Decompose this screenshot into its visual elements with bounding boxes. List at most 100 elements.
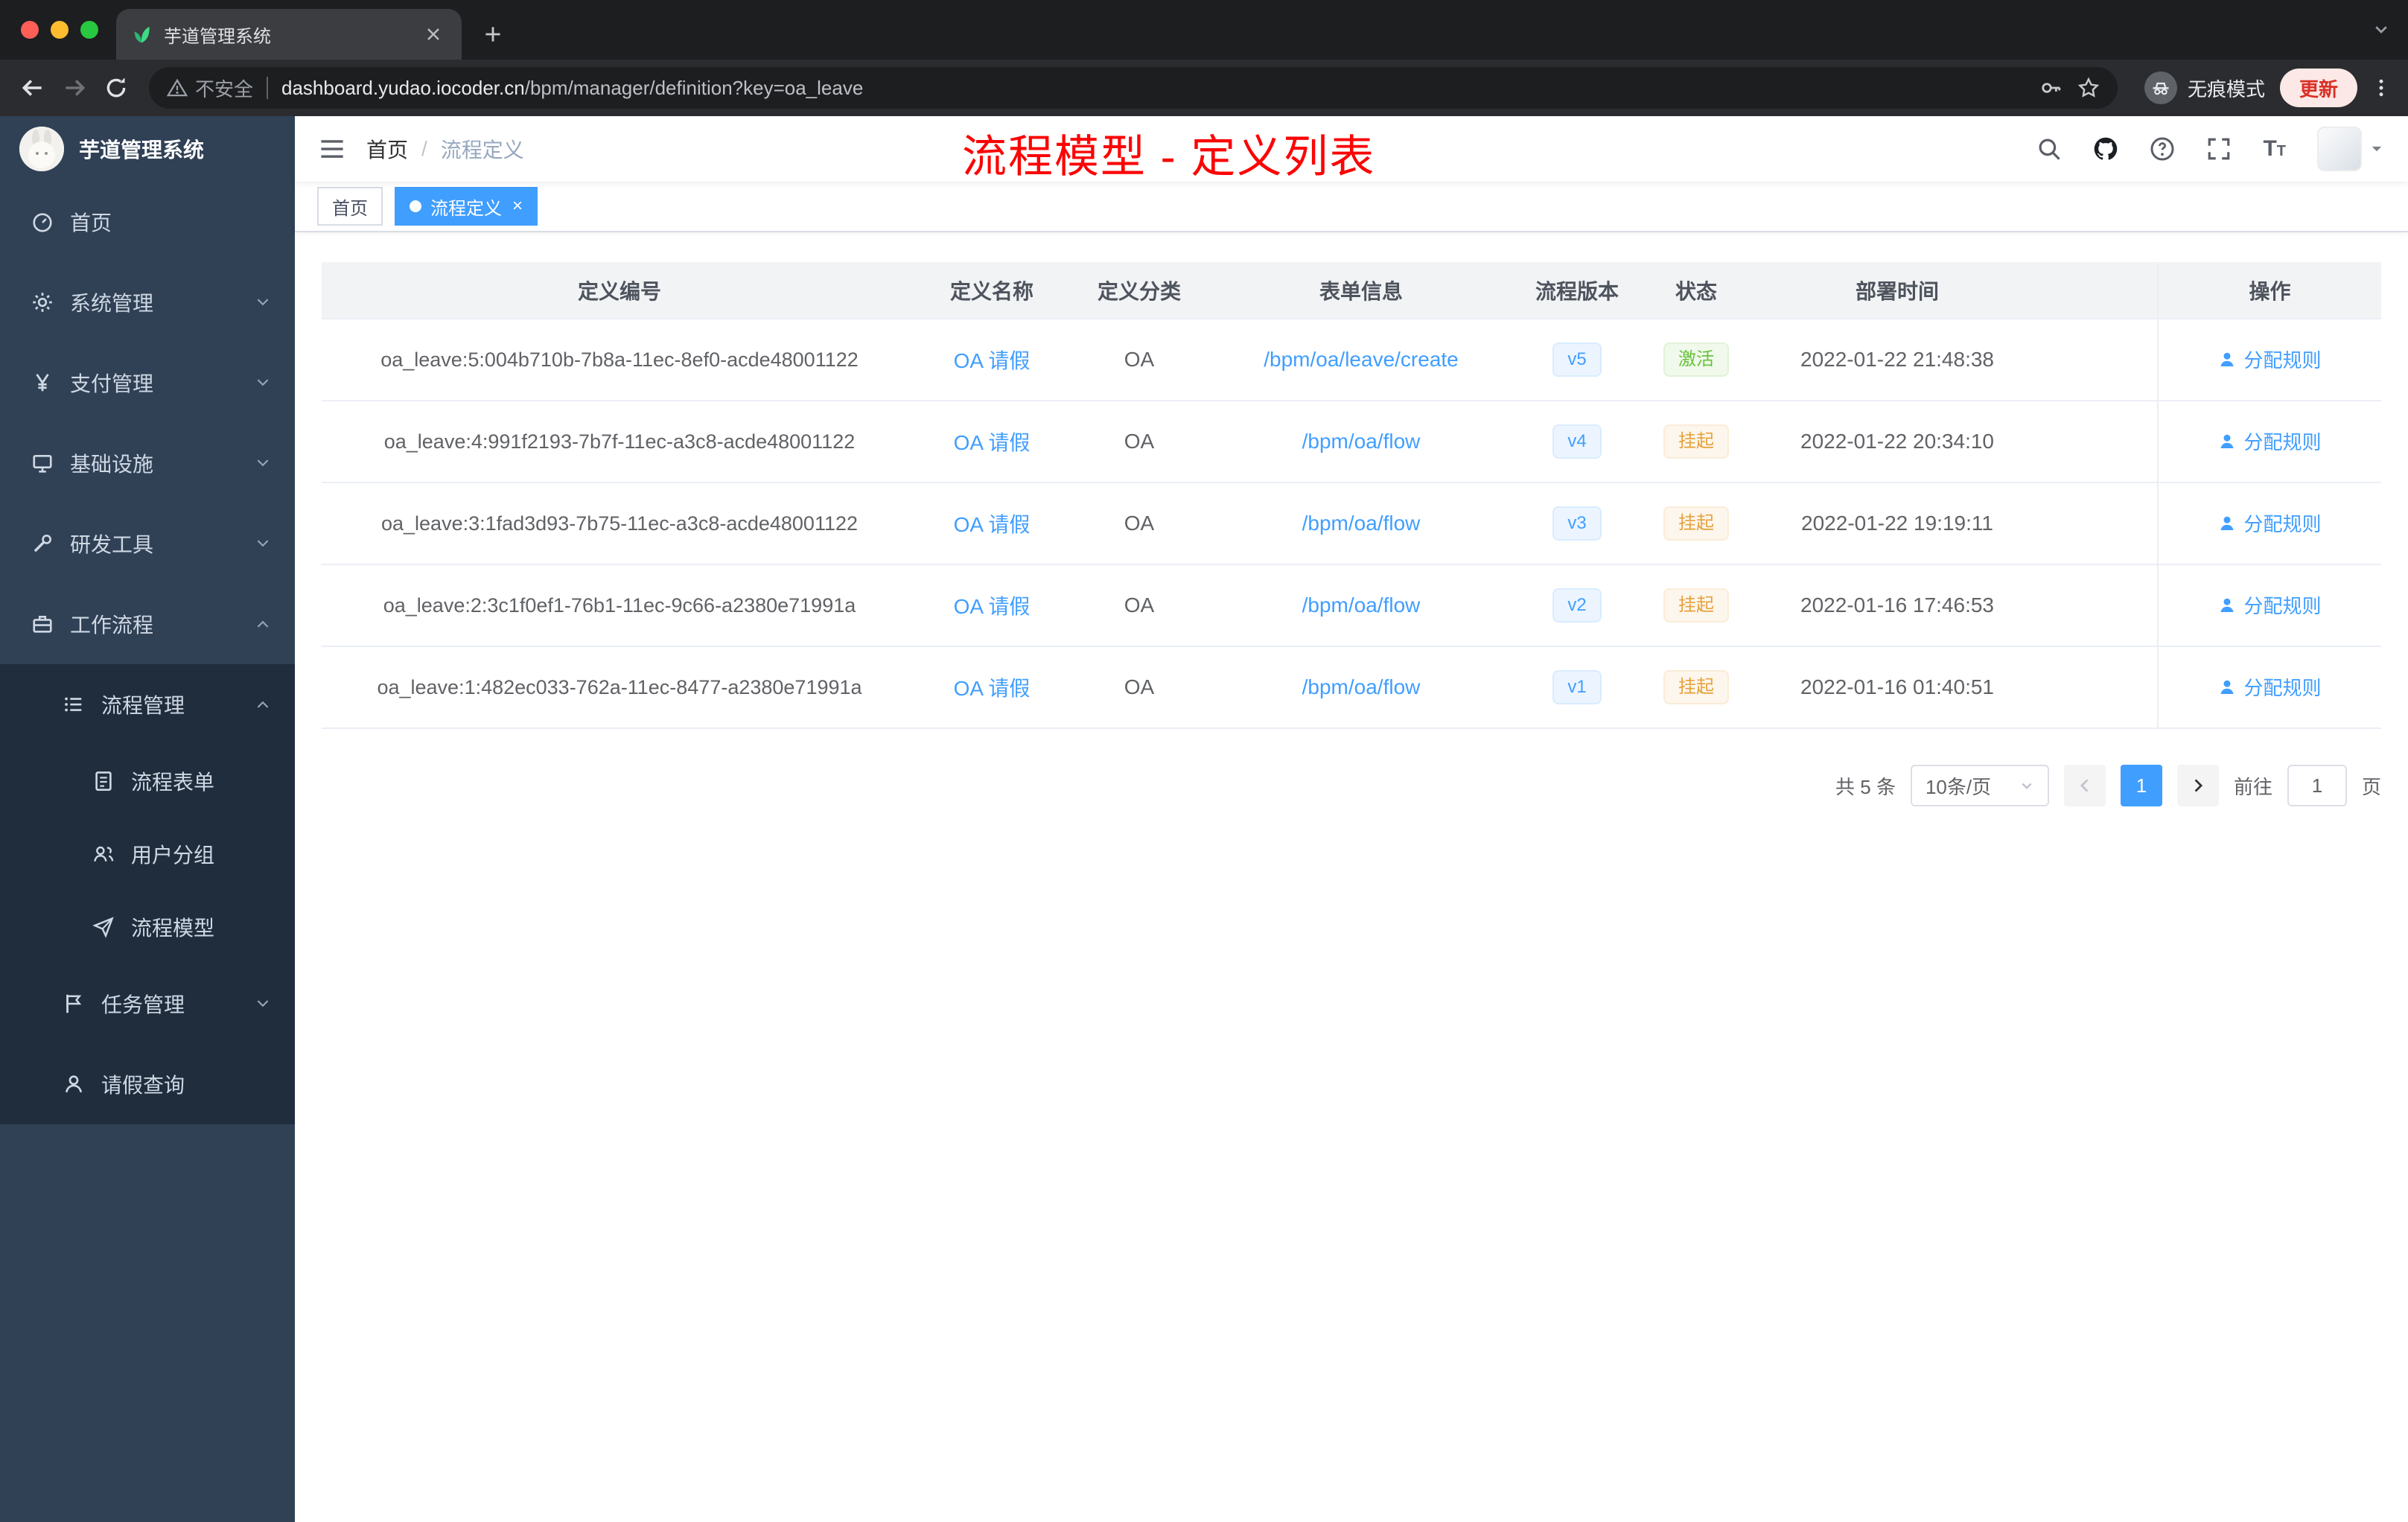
annotation-title: 流程模型 - 定义列表 <box>962 132 1376 182</box>
sidebar-item-label: 流程模型 <box>131 917 215 940</box>
version-badge: v1 <box>1552 670 1602 704</box>
sidebar-item-label: 工作流程 <box>70 614 154 637</box>
search-icon[interactable] <box>2036 136 2062 162</box>
flag-icon <box>63 993 85 1015</box>
definition-name-link[interactable]: OA 请假 <box>954 595 1031 618</box>
sidebar-item-home[interactable]: 首页 <box>0 182 295 262</box>
sidebar-item-task-mgmt[interactable]: 任务管理 <box>0 964 295 1044</box>
back-button[interactable] <box>12 67 54 109</box>
url-host: dashboard.yudao.iocoder.cn <box>281 76 525 99</box>
sidebar-item-process-form[interactable]: 流程表单 <box>0 745 295 818</box>
tool-icon <box>31 532 54 555</box>
cell-category: OA <box>1066 483 1212 565</box>
tab-title: 芋道管理系统 <box>164 26 271 47</box>
github-icon[interactable] <box>2093 136 2118 162</box>
browser-tab-strip: 芋道管理系统 <box>0 0 2408 60</box>
chrome-update-button[interactable]: 更新 <box>2279 69 2357 107</box>
cell-version: v1 <box>1510 646 1644 729</box>
window-minimize-button[interactable] <box>51 21 69 39</box>
user-icon <box>2218 351 2236 369</box>
chevron-down-icon <box>255 996 271 1012</box>
chevron-up-icon <box>255 696 271 713</box>
window-zoom-button[interactable] <box>80 21 98 39</box>
breadcrumb-item[interactable]: 首页 <box>366 134 408 164</box>
chevron-down-icon <box>255 455 271 471</box>
sidebar-item-label: 请假查询 <box>101 1074 185 1097</box>
cell-form: /bpm/oa/flow <box>1212 483 1510 565</box>
sidebar-item-workflow[interactable]: 工作流程 <box>0 584 295 664</box>
cell-definition-name: OA 请假 <box>917 564 1066 647</box>
cell-category: OA <box>1066 564 1212 647</box>
sidebar-item-process-mgmt[interactable]: 流程管理 <box>0 664 295 745</box>
cell-definition-id: oa_leave:4:991f2193-7b7f-11ec-a3c8-acde4… <box>322 401 917 483</box>
definition-name-link[interactable]: OA 请假 <box>954 677 1031 700</box>
goto-page-input[interactable] <box>2287 765 2347 806</box>
browser-tab[interactable]: 芋道管理系统 <box>116 9 462 60</box>
sidebar-item-system[interactable]: 系统管理 <box>0 262 295 343</box>
cell-action: 分配规则 <box>2157 564 2381 647</box>
form-link[interactable]: /bpm/oa/leave/create <box>1264 348 1459 371</box>
sidebar-item-label: 首页 <box>70 211 112 235</box>
forward-button[interactable] <box>54 67 95 109</box>
address-bar[interactable]: 不安全 dashboard.yudao.iocoder.cn/bpm/manag… <box>149 67 2118 109</box>
sidebar-item-infra[interactable]: 基础设施 <box>0 423 295 503</box>
key-icon[interactable] <box>2040 77 2063 99</box>
window-close-button[interactable] <box>21 21 39 39</box>
sidebar-item-leave-query[interactable]: 请假查询 <box>0 1044 295 1124</box>
column-header: 操作 <box>2157 262 2381 319</box>
sidebar-item-devtools[interactable]: 研发工具 <box>0 503 295 584</box>
hamburger-icon[interactable] <box>319 136 345 162</box>
cell-status: 挂起 <box>1644 646 1748 729</box>
table-row: oa_leave:1:482ec033-762a-11ec-8477-a2380… <box>322 646 2381 729</box>
form-link[interactable]: /bpm/oa/flow <box>1302 675 1421 698</box>
sidebar-item-user-group[interactable]: 用户分组 <box>0 818 295 891</box>
column-header: 表单信息 <box>1212 262 1510 319</box>
form-link[interactable]: /bpm/oa/flow <box>1302 593 1421 617</box>
tag-active[interactable]: 流程定义 × <box>395 187 538 226</box>
page-button-1[interactable]: 1 <box>2120 765 2162 806</box>
version-badge: v4 <box>1552 424 1602 459</box>
assign-rule-link[interactable]: 分配规则 <box>2218 346 2322 373</box>
sidebar-item-payment[interactable]: 支付管理 <box>0 343 295 423</box>
sidebar-item-process-model[interactable]: 流程模型 <box>0 891 295 964</box>
page-size-select[interactable]: 10条/页 <box>1910 765 2049 806</box>
prev-page-button[interactable] <box>2063 765 2106 806</box>
reload-button[interactable] <box>95 67 137 109</box>
browser-menu-icon[interactable] <box>2366 77 2396 98</box>
definition-name-link[interactable]: OA 请假 <box>954 431 1031 454</box>
cell-definition-name: OA 请假 <box>917 319 1066 401</box>
table-row: oa_leave:3:1fad3d93-7b75-11ec-a3c8-acde4… <box>322 483 2381 565</box>
window-controls <box>21 21 98 39</box>
table-row: oa_leave:4:991f2193-7b7f-11ec-a3c8-acde4… <box>322 401 2381 483</box>
next-page-button[interactable] <box>2176 765 2219 806</box>
cell-action: 分配规则 <box>2157 319 2381 401</box>
definition-name-link[interactable]: OA 请假 <box>954 513 1031 536</box>
assign-rule-link[interactable]: 分配规则 <box>2218 591 2322 619</box>
tag-item[interactable]: 首页 <box>317 187 383 226</box>
version-badge: v5 <box>1552 343 1602 377</box>
assign-rule-link[interactable]: 分配规则 <box>2218 427 2322 455</box>
fullscreen-icon[interactable] <box>2206 136 2232 162</box>
tab-search-chevron-icon[interactable] <box>2372 21 2390 39</box>
browser-toolbar: 不安全 dashboard.yudao.iocoder.cn/bpm/manag… <box>0 60 2408 116</box>
definition-name-link[interactable]: OA 请假 <box>954 349 1031 372</box>
form-link[interactable]: /bpm/oa/flow <box>1302 430 1421 453</box>
cell-definition-id: oa_leave:2:3c1f0ef1-76b1-11ec-9c66-a2380… <box>322 564 917 647</box>
bookmark-star-icon[interactable] <box>2077 77 2100 99</box>
security-chip[interactable]: 不安全 <box>167 74 253 102</box>
form-link[interactable]: /bpm/oa/flow <box>1302 512 1421 535</box>
avatar[interactable] <box>2317 127 2362 171</box>
tag-close-icon[interactable]: × <box>511 197 523 215</box>
user-menu[interactable] <box>2317 127 2384 171</box>
help-icon[interactable] <box>2150 136 2175 162</box>
font-size-icon[interactable]: TT <box>2263 138 2286 160</box>
cell-action: 分配规则 <box>2157 483 2381 565</box>
tab-close-icon[interactable] <box>423 24 447 45</box>
assign-rule-link[interactable]: 分配规则 <box>2218 673 2322 701</box>
sidebar-item-label: 用户分组 <box>131 844 215 867</box>
assign-rule-link[interactable]: 分配规则 <box>2218 509 2322 537</box>
new-tab-button[interactable] <box>474 15 512 54</box>
row-spacer <box>2046 401 2158 483</box>
cell-deploy-time: 2022-01-22 21:48:38 <box>1748 319 2046 401</box>
cell-definition-name: OA 请假 <box>917 646 1066 729</box>
